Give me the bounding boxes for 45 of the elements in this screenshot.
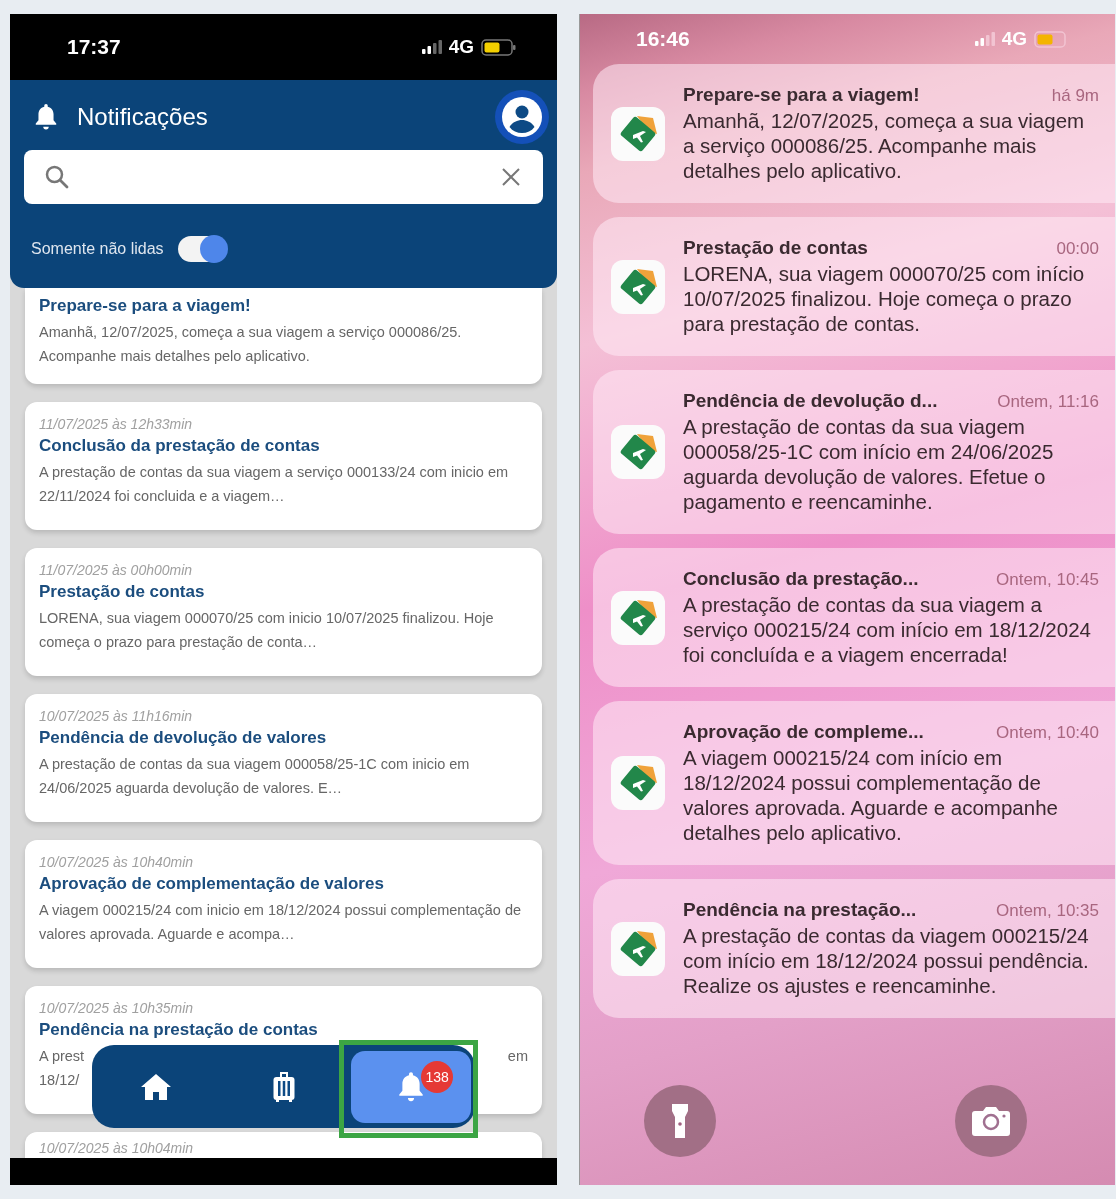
notification-title: Conclusão da prestação de contas [39, 435, 321, 457]
notification-time: Ontem, 11:16 [997, 392, 1099, 412]
notification-date: 11/07/2025 às 12h33min [39, 415, 194, 434]
notification-text: Amanhã, 12/07/2025, começa a sua viagem a serviço 000086/25. Acompanhe mais detalhes pelo aplicativo. [683, 108, 1086, 183]
network-label: 4G [448, 36, 474, 58]
notification-text: LORENA, sua viagem 000070/25 com inicio 10/07/2025 finalizou. Hoje começa o prazo para prestação de conta… [39, 609, 495, 652]
notification-date: 10/07/2025 às 11h16min [39, 707, 194, 726]
notification-text: A prestação de contas da viagem 000215/24 com início em 18/12/2024 possui pendência. Realize os ajustes e reencaminhe. [683, 923, 1090, 998]
notification-time: 00:00 [1056, 239, 1099, 259]
filter-label: Somente não lidas [31, 240, 164, 258]
notification-text: A prestação de contas da sua viagem 000058/25-1C com inicio em 24/06/2025 aguarda devolução de valores. E… [39, 755, 471, 798]
notification-time: há 9m [1051, 86, 1099, 106]
notification-date: 10/07/2025 às 10h04min [39, 1139, 195, 1158]
notification-title: Conclusão da prestação... [683, 568, 919, 590]
notification-title: Prestação de contas [39, 581, 206, 603]
notification-title: Prepare-se para a viagem! [683, 84, 920, 106]
notification-time: Ontem, 10:45 [996, 570, 1099, 590]
notification-title: Prestação de contas [683, 237, 868, 259]
notification-text: A prestação de contas da sua viagem 000058/25-1C com início em 24/06/2025 aguarda devolução de valores. Efetue o pagamento e reencaminhe. [683, 414, 1055, 514]
notification-text: Amanhã, 12/07/2025, começa a sua viagem a serviço 000086/25. Acompanhe mais detalhes pelo aplicativo. [39, 323, 463, 366]
notification-title: Pendência de devolução de valores [39, 727, 328, 749]
network-label: 4G [1001, 28, 1027, 50]
notification-text: A viagem 000215/24 com inicio em 18/12/2024 possui complementação de valores aprovada. Aguarde e acompa… [39, 901, 523, 944]
notification-text: A prest [39, 1047, 85, 1066]
notification-title: Aprovação de compleme... [683, 721, 924, 743]
notification-date: 10/07/2025 às 10h35min [39, 999, 195, 1018]
notification-title: Pendência de devolução d... [683, 390, 938, 412]
notification-title: Prepare-se para a viagem! [39, 295, 252, 317]
notification-text: 18/12/ [39, 1071, 80, 1090]
notification-text: LORENA, sua viagem 000070/25 com início 10/07/2025 finalizou. Hoje começa o prazo para prestação de contas. [683, 261, 1086, 336]
notification-time: Ontem, 10:35 [996, 901, 1099, 921]
notification-text: A viagem 000215/24 com início em 18/12/2024 possui complementação de valores aprovada. Aguarde e acompanhe detalhes pelo aplicativo. [683, 745, 1059, 845]
notification-date: 10/07/2025 às 10h40min [39, 853, 195, 872]
screen-title: Notificações [77, 103, 209, 131]
notification-time: Ontem, 10:40 [996, 723, 1099, 743]
notification-date: 11/07/2025 às 00h00min [39, 561, 194, 580]
notification-text: A prestação de contas da sua viagem a serviço 000215/24 com início em 18/12/2024 foi concluída e a viagem encerrada! [683, 592, 1092, 667]
notification-title: Pendência na prestação... [683, 899, 917, 921]
notification-text: em [507, 1047, 528, 1066]
status-time: 17:37 [67, 35, 121, 59]
notification-title: Aprovação de complementação de valores [39, 873, 385, 895]
notification-title: Pendência na prestação de contas [39, 1019, 319, 1041]
unread-count-badge: 138 [421, 1060, 454, 1093]
notification-text: A prestação de contas da sua viagem a serviço 000133/24 com inicio em 22/11/2024 foi concluida e a viagem… [39, 463, 510, 506]
status-time: 16:46 [636, 27, 690, 51]
